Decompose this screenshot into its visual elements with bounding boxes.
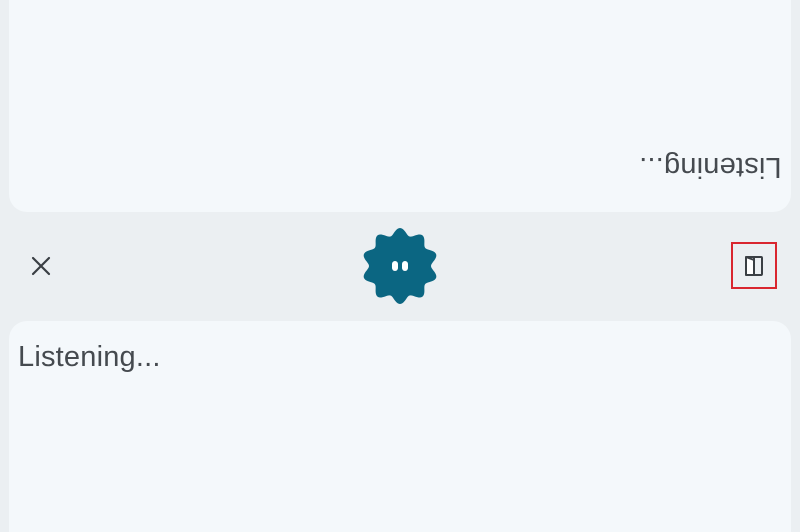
- listening-blob-icon: [363, 228, 437, 304]
- mic-listening-button[interactable]: [361, 227, 439, 305]
- split-view-button[interactable]: [731, 242, 777, 289]
- split-view-icon: [745, 255, 763, 276]
- top-transcript-text: Listening...: [639, 151, 782, 183]
- close-button[interactable]: [22, 247, 60, 285]
- close-icon: [31, 256, 51, 276]
- bottom-transcript-text: Listening...: [18, 341, 161, 373]
